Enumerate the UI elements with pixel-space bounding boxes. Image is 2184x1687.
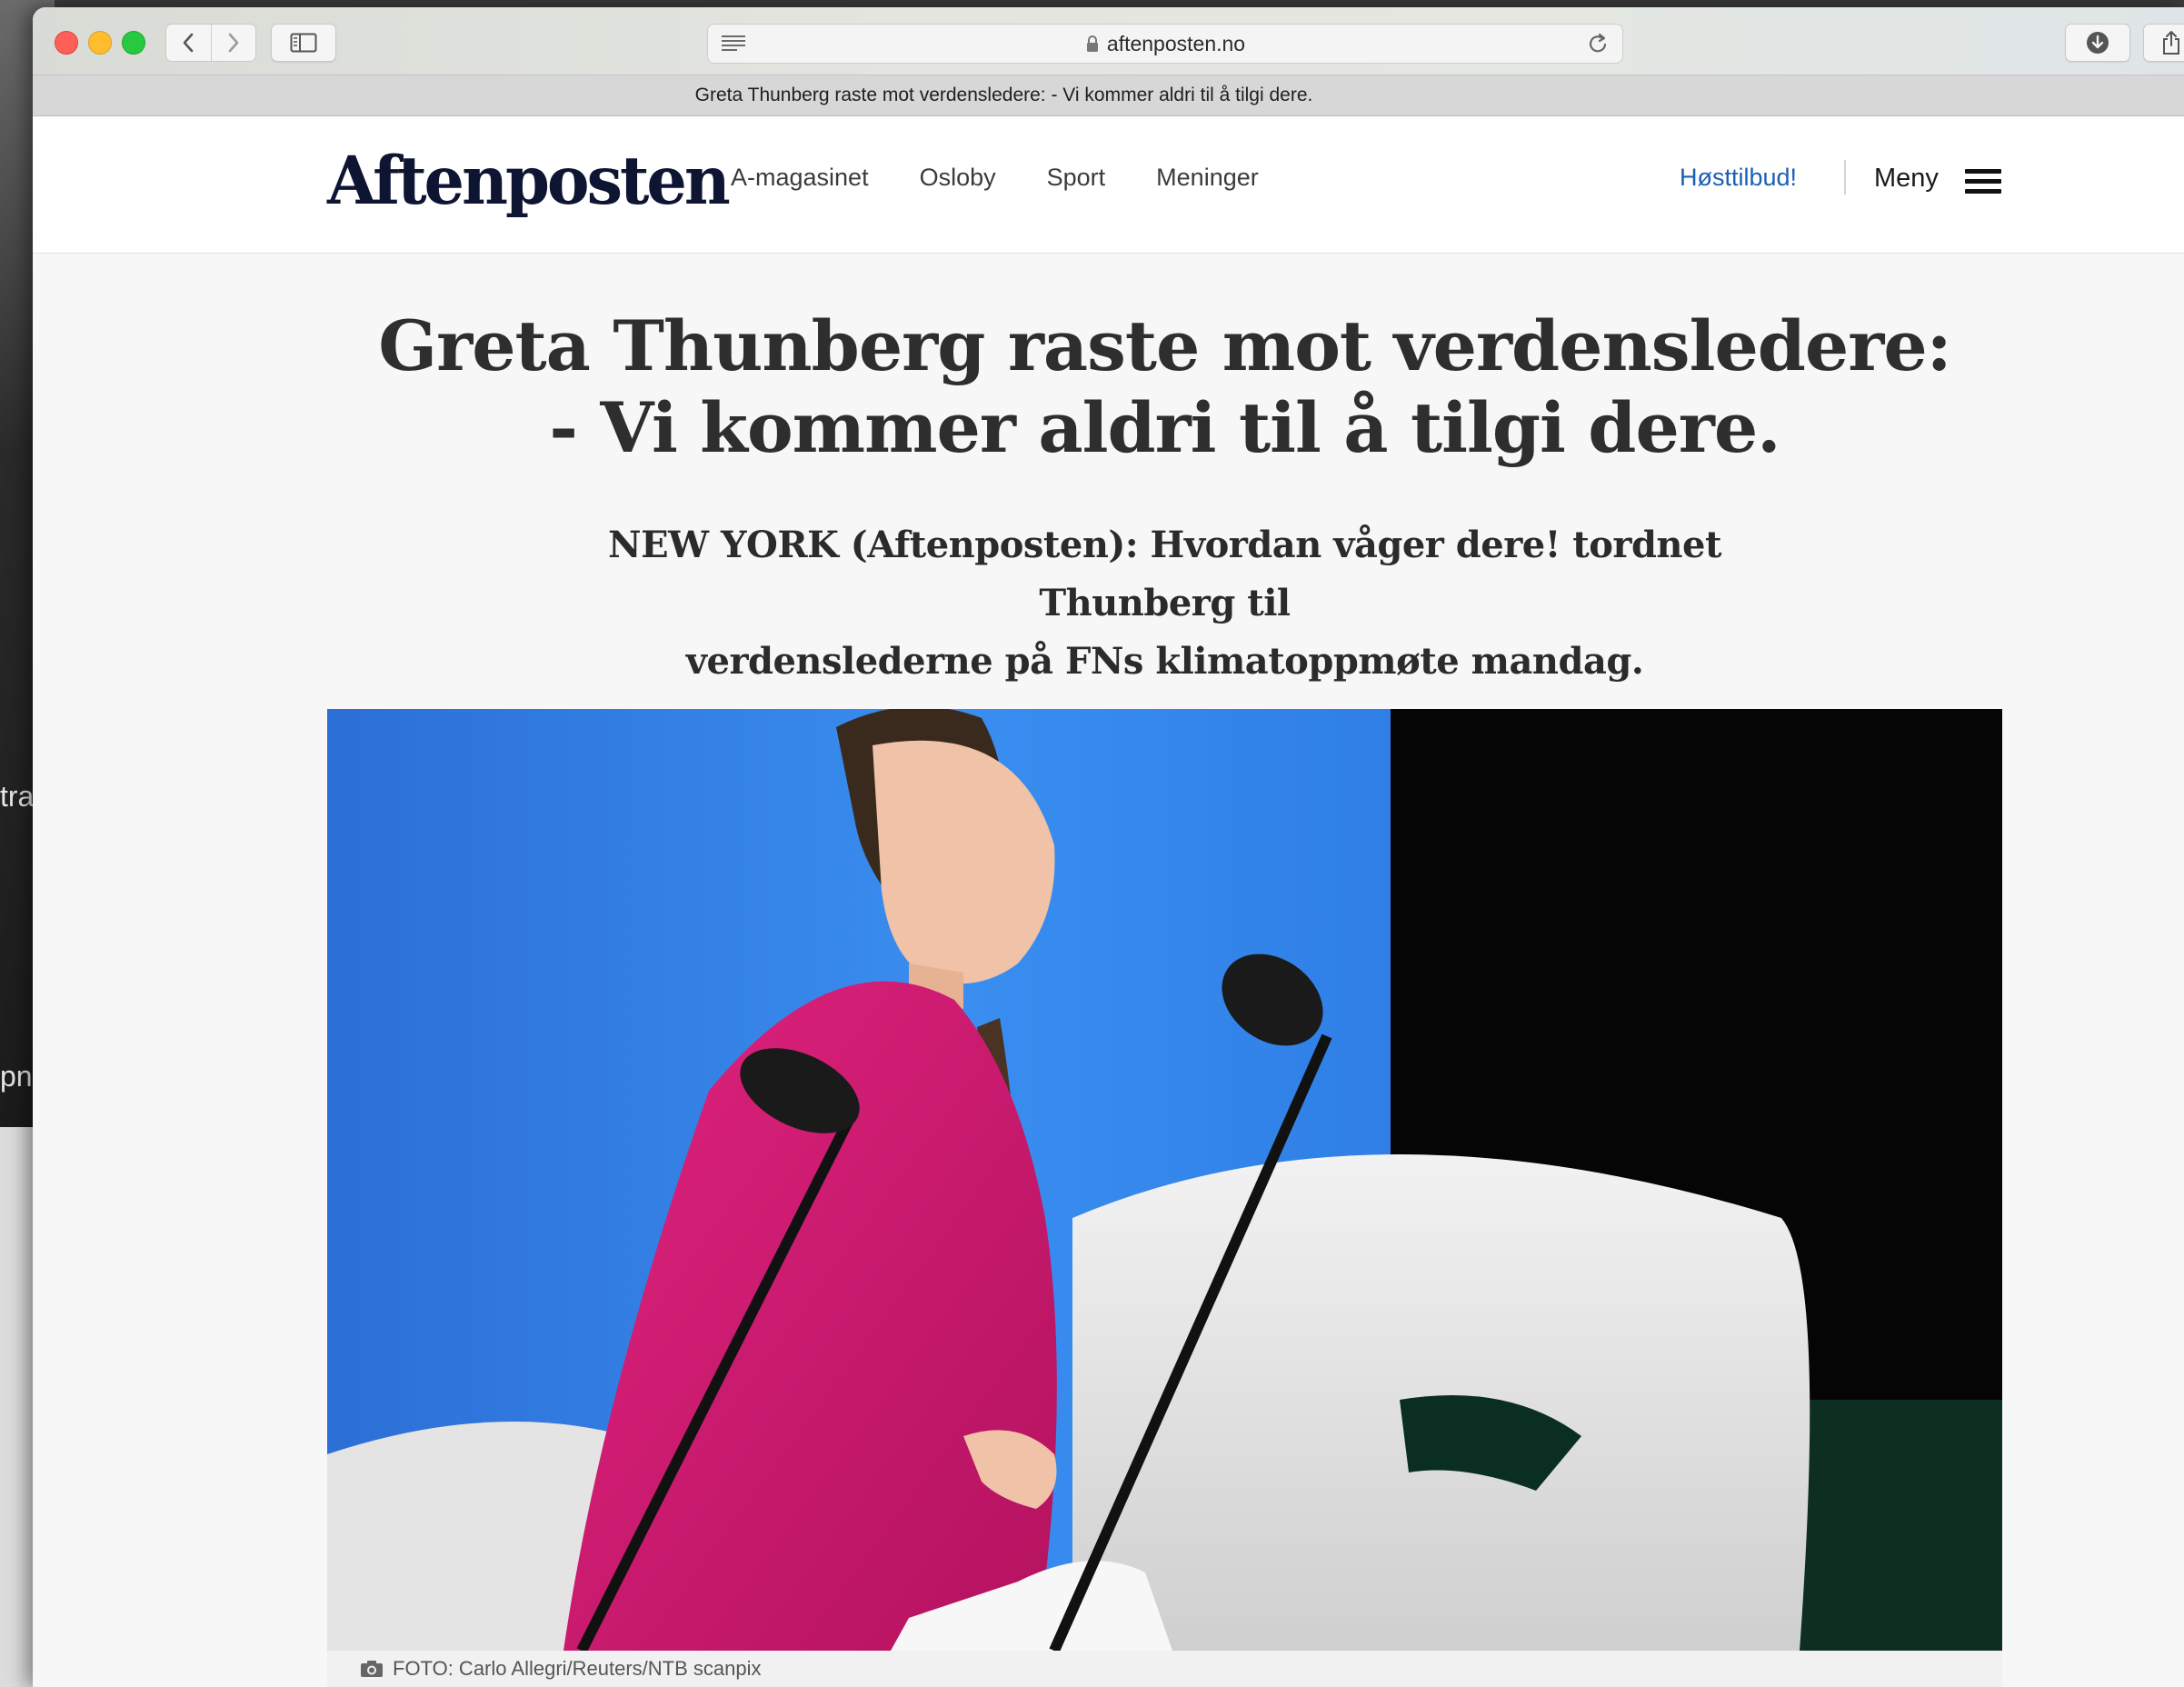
site-logo[interactable]: Aftenposten <box>327 147 731 215</box>
article-lede: NEW YORK (Aftenposten): Hvordan våger de… <box>509 516 1820 691</box>
forward-button[interactable] <box>210 25 256 61</box>
chevron-right-icon <box>228 33 239 53</box>
zoom-window-button[interactable] <box>122 31 145 55</box>
nav-link-meninger[interactable]: Meninger <box>1156 164 1259 192</box>
share-icon <box>2163 31 2179 55</box>
photo-illustration <box>327 709 2002 1651</box>
photo-caption-text: FOTO: Carlo Allegri/Reuters/NTB scanpix <box>393 1657 762 1680</box>
camera-icon <box>361 1661 383 1677</box>
back-button[interactable] <box>166 25 211 61</box>
downloads-button[interactable] <box>2065 24 2130 62</box>
tab-title: Greta Thunberg raste mot verdensledere: … <box>694 85 1313 105</box>
address-bar[interactable]: aftenposten.no <box>707 24 1623 64</box>
lede-line-2: verdenslederne på FNs klimatoppmøte mand… <box>685 640 1644 683</box>
reader-view-icon[interactable] <box>721 34 746 52</box>
photo-caption-bar: FOTO: Carlo Allegri/Reuters/NTB scanpix <box>327 1651 2002 1687</box>
hamburger-icon[interactable] <box>1965 169 2001 196</box>
headline-line-2: - Vi kommer aldri til å tilgi dere. <box>549 387 1780 468</box>
desktop-background <box>0 1127 33 1687</box>
offer-link[interactable]: Høsttilbud! <box>1680 164 1797 192</box>
nav-link-a-magasinet[interactable]: A-magasinet <box>731 164 869 192</box>
share-button[interactable] <box>2143 24 2184 62</box>
sidebar-icon <box>290 33 317 53</box>
background-window-text-bottom: pn <box>0 1060 33 1093</box>
reload-icon[interactable] <box>1588 32 1610 55</box>
nav-link-osloby[interactable]: Osloby <box>920 164 996 192</box>
url-text: aftenposten.no <box>1106 31 1246 55</box>
lede-line-1: NEW YORK (Aftenposten): Hvordan våger de… <box>608 524 1721 624</box>
article-photo[interactable] <box>327 709 2002 1651</box>
header-divider <box>1844 160 1846 195</box>
chevron-left-icon <box>183 33 194 53</box>
background-window-text-top: tra <box>0 780 35 813</box>
browser-toolbar: aftenposten.no <box>33 7 2184 75</box>
sidebar-toggle-button[interactable] <box>271 24 336 62</box>
article-headline: Greta Thunberg raste mot verdensledere: … <box>327 305 2002 469</box>
main-nav: A-magasinet Osloby Sport Meninger <box>731 164 1310 192</box>
download-icon <box>2087 32 2109 54</box>
history-navigation <box>165 24 256 62</box>
menu-button[interactable]: Meny <box>1874 164 1939 194</box>
close-window-button[interactable] <box>55 31 78 55</box>
headline-line-1: Greta Thunberg raste mot verdensledere: <box>378 305 1952 386</box>
safari-window: aftenposten.no Greta Thunberg raste mot … <box>33 7 2184 1687</box>
tab-title-bar[interactable]: Greta Thunberg raste mot verdensledere: … <box>33 75 2184 116</box>
nav-link-sport[interactable]: Sport <box>1047 164 1106 192</box>
site-header: Aftenposten A-magasinet Osloby Sport Men… <box>33 116 2184 254</box>
minimize-window-button[interactable] <box>88 31 112 55</box>
lock-icon <box>1086 35 1098 52</box>
